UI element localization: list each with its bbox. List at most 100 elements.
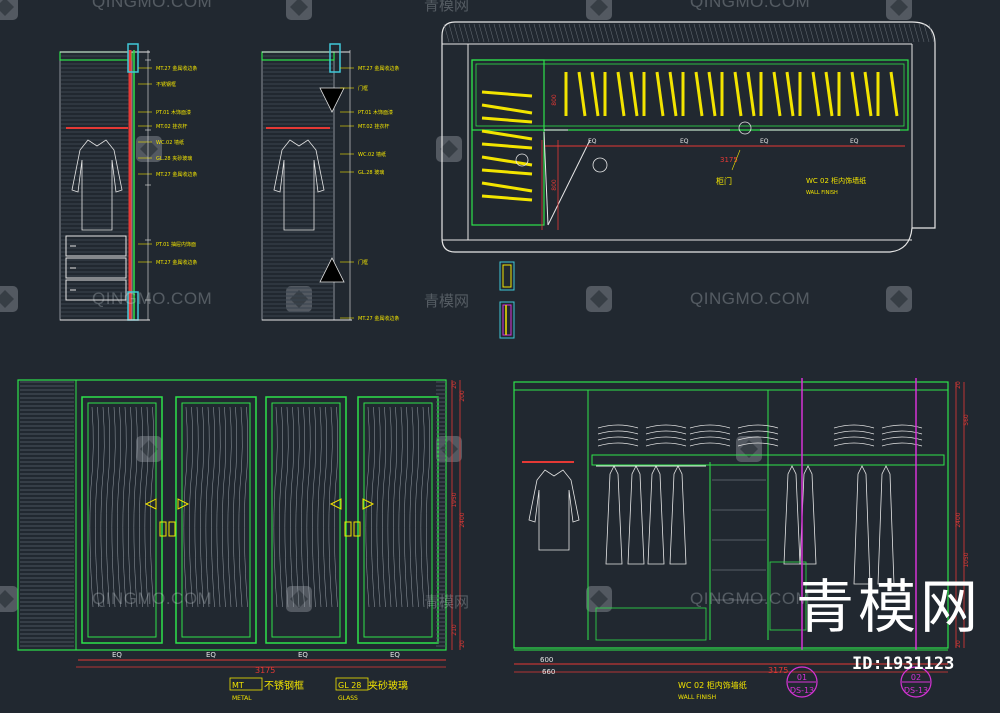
wall-finish-en: WALL FINISH: [806, 190, 838, 196]
dimension-value: 560: [963, 414, 970, 426]
folded-clothes: [645, 442, 687, 447]
hanger-plan: [577, 71, 587, 117]
wall-hatch: [633, 23, 640, 43]
folded-clothes: [833, 436, 875, 441]
hanging-garment: [783, 465, 801, 565]
hanger-plan: [785, 71, 795, 117]
watermark-text: 青模网: [424, 593, 470, 611]
wall-hatch: [768, 23, 775, 43]
material-tag: MT.27 金属收边条: [156, 65, 197, 72]
glass-texture: [404, 406, 409, 608]
wall-hatch: [743, 23, 750, 43]
glass-texture: [317, 406, 322, 608]
wall-hatch: [618, 23, 625, 43]
watermark-logo-icon: [736, 436, 762, 462]
wall-hatch: [868, 23, 875, 43]
door-handle: [353, 521, 361, 537]
wall-hatch: [893, 23, 900, 43]
hanger-plan: [889, 71, 899, 117]
hanger-plan: [850, 71, 860, 117]
eq-label: EQ: [206, 651, 216, 659]
glass-texture: [222, 406, 227, 608]
wardrobe-left: [471, 59, 545, 226]
wall-hatch: [668, 23, 675, 43]
glass-texture: [233, 406, 238, 608]
hanger-plan: [481, 103, 533, 115]
wall-hatch: [888, 23, 895, 43]
glass-texture: [393, 406, 398, 608]
wall-hatch: [728, 23, 735, 43]
wall-hatch: [523, 23, 530, 43]
material-tag: 门框: [358, 259, 368, 266]
eq-label: EQ: [112, 651, 122, 659]
door-handle: [159, 521, 167, 537]
material-tag: WC.02 墙纸: [156, 139, 184, 146]
hanger-plan: [655, 71, 665, 117]
callout-number: 01: [797, 673, 807, 682]
brand-watermark: 青模网: [796, 573, 983, 641]
hanger-plan: [481, 194, 533, 202]
wall-hatch: [783, 23, 790, 43]
wall-hatch: [568, 23, 575, 43]
folded-clothes: [597, 424, 639, 429]
wall-hatch: [778, 23, 785, 43]
wall-hatch: [813, 23, 820, 43]
door-handle: [168, 521, 176, 537]
hanger-plan: [772, 71, 782, 117]
folded-clothes: [737, 430, 779, 435]
elevation-front: EQ EQ EQ EQ3175202001950240021020MT 不锈钢框META…: [17, 379, 466, 702]
wall-hatch: [788, 23, 795, 43]
wall-hatch: [508, 23, 515, 43]
glass-texture: [306, 406, 311, 608]
watermark-logo-icon: [886, 0, 912, 20]
wall-hatch: [858, 23, 865, 43]
material-tag: 不锈钢框: [156, 81, 176, 88]
glass-texture: [205, 406, 210, 608]
glass-texture: [409, 406, 414, 608]
bottom-cabinet: [595, 607, 707, 641]
wall-hatch: [898, 23, 905, 43]
glass-texture: [273, 406, 278, 608]
wall-hatch: [693, 23, 700, 43]
hanger-plan: [811, 71, 821, 117]
legend-swatch: [502, 304, 512, 336]
hanger-plan: [707, 71, 717, 117]
glass-texture: [290, 406, 295, 608]
dimension-value: 600: [540, 656, 553, 664]
wall-hatch: [853, 23, 860, 43]
material-tag: 门框: [358, 85, 368, 92]
glass-texture: [111, 406, 116, 608]
folded-clothes: [597, 436, 639, 441]
material-tag: MT.27 金属收边条: [156, 259, 197, 266]
hanging-garment: [647, 465, 665, 565]
wall-hatch: [723, 23, 730, 43]
wall-hatch: [483, 23, 490, 43]
door-label: 柜门: [716, 176, 732, 186]
wall-hatch: [678, 23, 685, 43]
glass-texture: [106, 406, 111, 608]
material-tag: WC.02 墙纸: [358, 151, 386, 158]
legend-swatch: [502, 264, 512, 288]
wall-hatch: [828, 23, 835, 43]
glass-texture: [238, 406, 243, 608]
wall-hatch: [883, 23, 890, 43]
hanger-plan: [668, 71, 678, 117]
dimension-value: 1950: [451, 492, 458, 507]
watermark-logo-icon: [886, 286, 912, 312]
hanger-plan: [629, 71, 639, 117]
wall-hatch: [528, 23, 535, 43]
folded-clothes: [833, 442, 875, 447]
wall-hatch: [718, 23, 725, 43]
watermark-text: 青模网: [424, 0, 470, 14]
glass-texture: [420, 406, 425, 608]
wall-finish-en: WALL FINISH: [678, 694, 716, 701]
legend-cn: 不锈钢框: [264, 679, 304, 692]
folded-clothes: [645, 430, 687, 435]
hanger-plan: [481, 168, 533, 176]
wall-hatch: [518, 23, 525, 43]
material-tag: PT.01 木饰面漆: [156, 109, 191, 116]
wall-hatch: [538, 23, 545, 43]
wall-hatch: [478, 23, 485, 43]
hanging-garment: [627, 465, 645, 565]
wall-hatch: [463, 23, 470, 43]
